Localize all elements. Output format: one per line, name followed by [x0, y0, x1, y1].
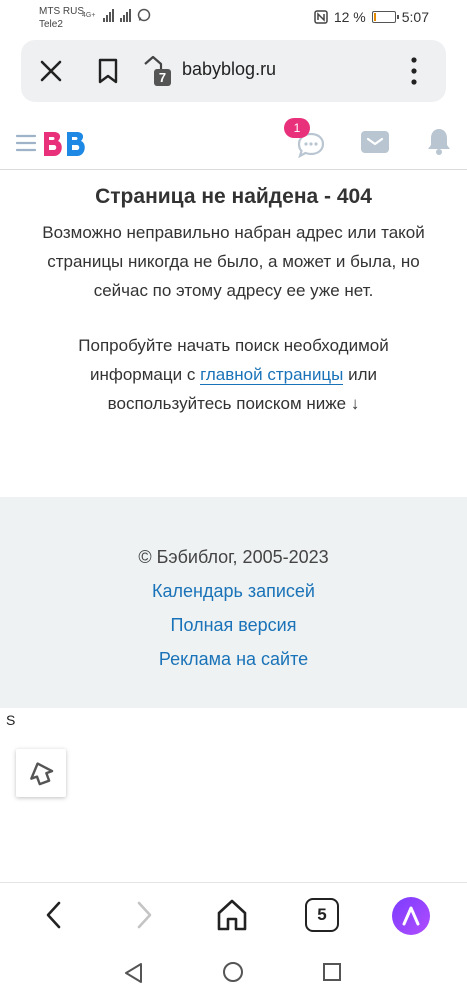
signal-icon	[103, 8, 115, 22]
alice-assistant-button[interactable]	[392, 897, 430, 935]
stray-text: S	[6, 712, 16, 728]
more-vertical-icon[interactable]	[404, 56, 424, 86]
mail-icon[interactable]	[360, 129, 390, 155]
copyright-text: © Бэбиблог, 2005-2023	[138, 547, 329, 567]
bookmark-icon[interactable]	[95, 57, 121, 85]
system-recents-icon[interactable]	[322, 962, 342, 982]
full-version-link[interactable]: Полная версия	[0, 615, 467, 636]
close-icon[interactable]	[37, 57, 65, 85]
battery-icon	[371, 11, 399, 23]
signal-icon	[120, 8, 132, 22]
status-right: 12 % 5:07	[314, 9, 429, 25]
main-content: Страница не найдена - 404 Возможно непра…	[0, 182, 467, 418]
url-text[interactable]: babyblog.ru	[182, 59, 276, 80]
scroll-to-top-button[interactable]	[16, 749, 66, 797]
bell-icon[interactable]	[426, 126, 452, 156]
nfc-icon	[314, 10, 328, 24]
alice-icon	[402, 906, 420, 926]
back-arrow-icon[interactable]	[40, 899, 68, 931]
carrier-1: MTS RUS	[39, 6, 84, 17]
carrier-names: MTS RUS Tele2	[39, 5, 84, 31]
system-home-icon[interactable]	[222, 961, 244, 983]
browser-bottom-nav: 5	[0, 882, 467, 946]
site-header: 1	[0, 112, 467, 170]
tabs-button[interactable]: 5	[305, 898, 339, 932]
whatsapp-icon	[138, 8, 151, 22]
status-bar: MTS RUS Tele2 4G+ 12 % 5:07	[0, 0, 467, 36]
arrow-up-icon	[30, 762, 54, 786]
hamburger-menu-icon[interactable]	[16, 134, 36, 152]
calendar-link[interactable]: Календарь записей	[0, 581, 467, 602]
forward-arrow-icon[interactable]	[130, 899, 158, 931]
protect-shield-icon[interactable]: 7	[141, 54, 173, 88]
babyblog-logo[interactable]	[40, 128, 92, 160]
system-back-icon[interactable]	[123, 962, 145, 984]
clock: 5:07	[401, 9, 429, 25]
browser-address-bar: 7 babyblog.ru	[21, 40, 446, 102]
search-suggestion: Попробуйте начать поиск необходимой инфо…	[0, 331, 467, 418]
network-type: 4G+	[82, 11, 96, 19]
advertising-link[interactable]: Реклама на сайте	[0, 649, 467, 670]
network-icons: 4G+	[82, 8, 151, 22]
chat-badge: 1	[284, 118, 310, 138]
home-icon[interactable]	[214, 897, 250, 933]
page-title: Страница не найдена - 404	[95, 185, 372, 208]
carrier-2: Tele2	[39, 19, 63, 30]
error-description: Возможно неправильно набран адрес или та…	[42, 223, 425, 300]
home-page-link[interactable]: главной страницы	[200, 365, 344, 385]
shield-count: 7	[159, 70, 166, 85]
battery-percent: 12 %	[333, 9, 366, 25]
android-nav-bar	[0, 948, 467, 1000]
footer: © Бэбиблог, 2005-2023 Календарь записей …	[0, 497, 467, 708]
